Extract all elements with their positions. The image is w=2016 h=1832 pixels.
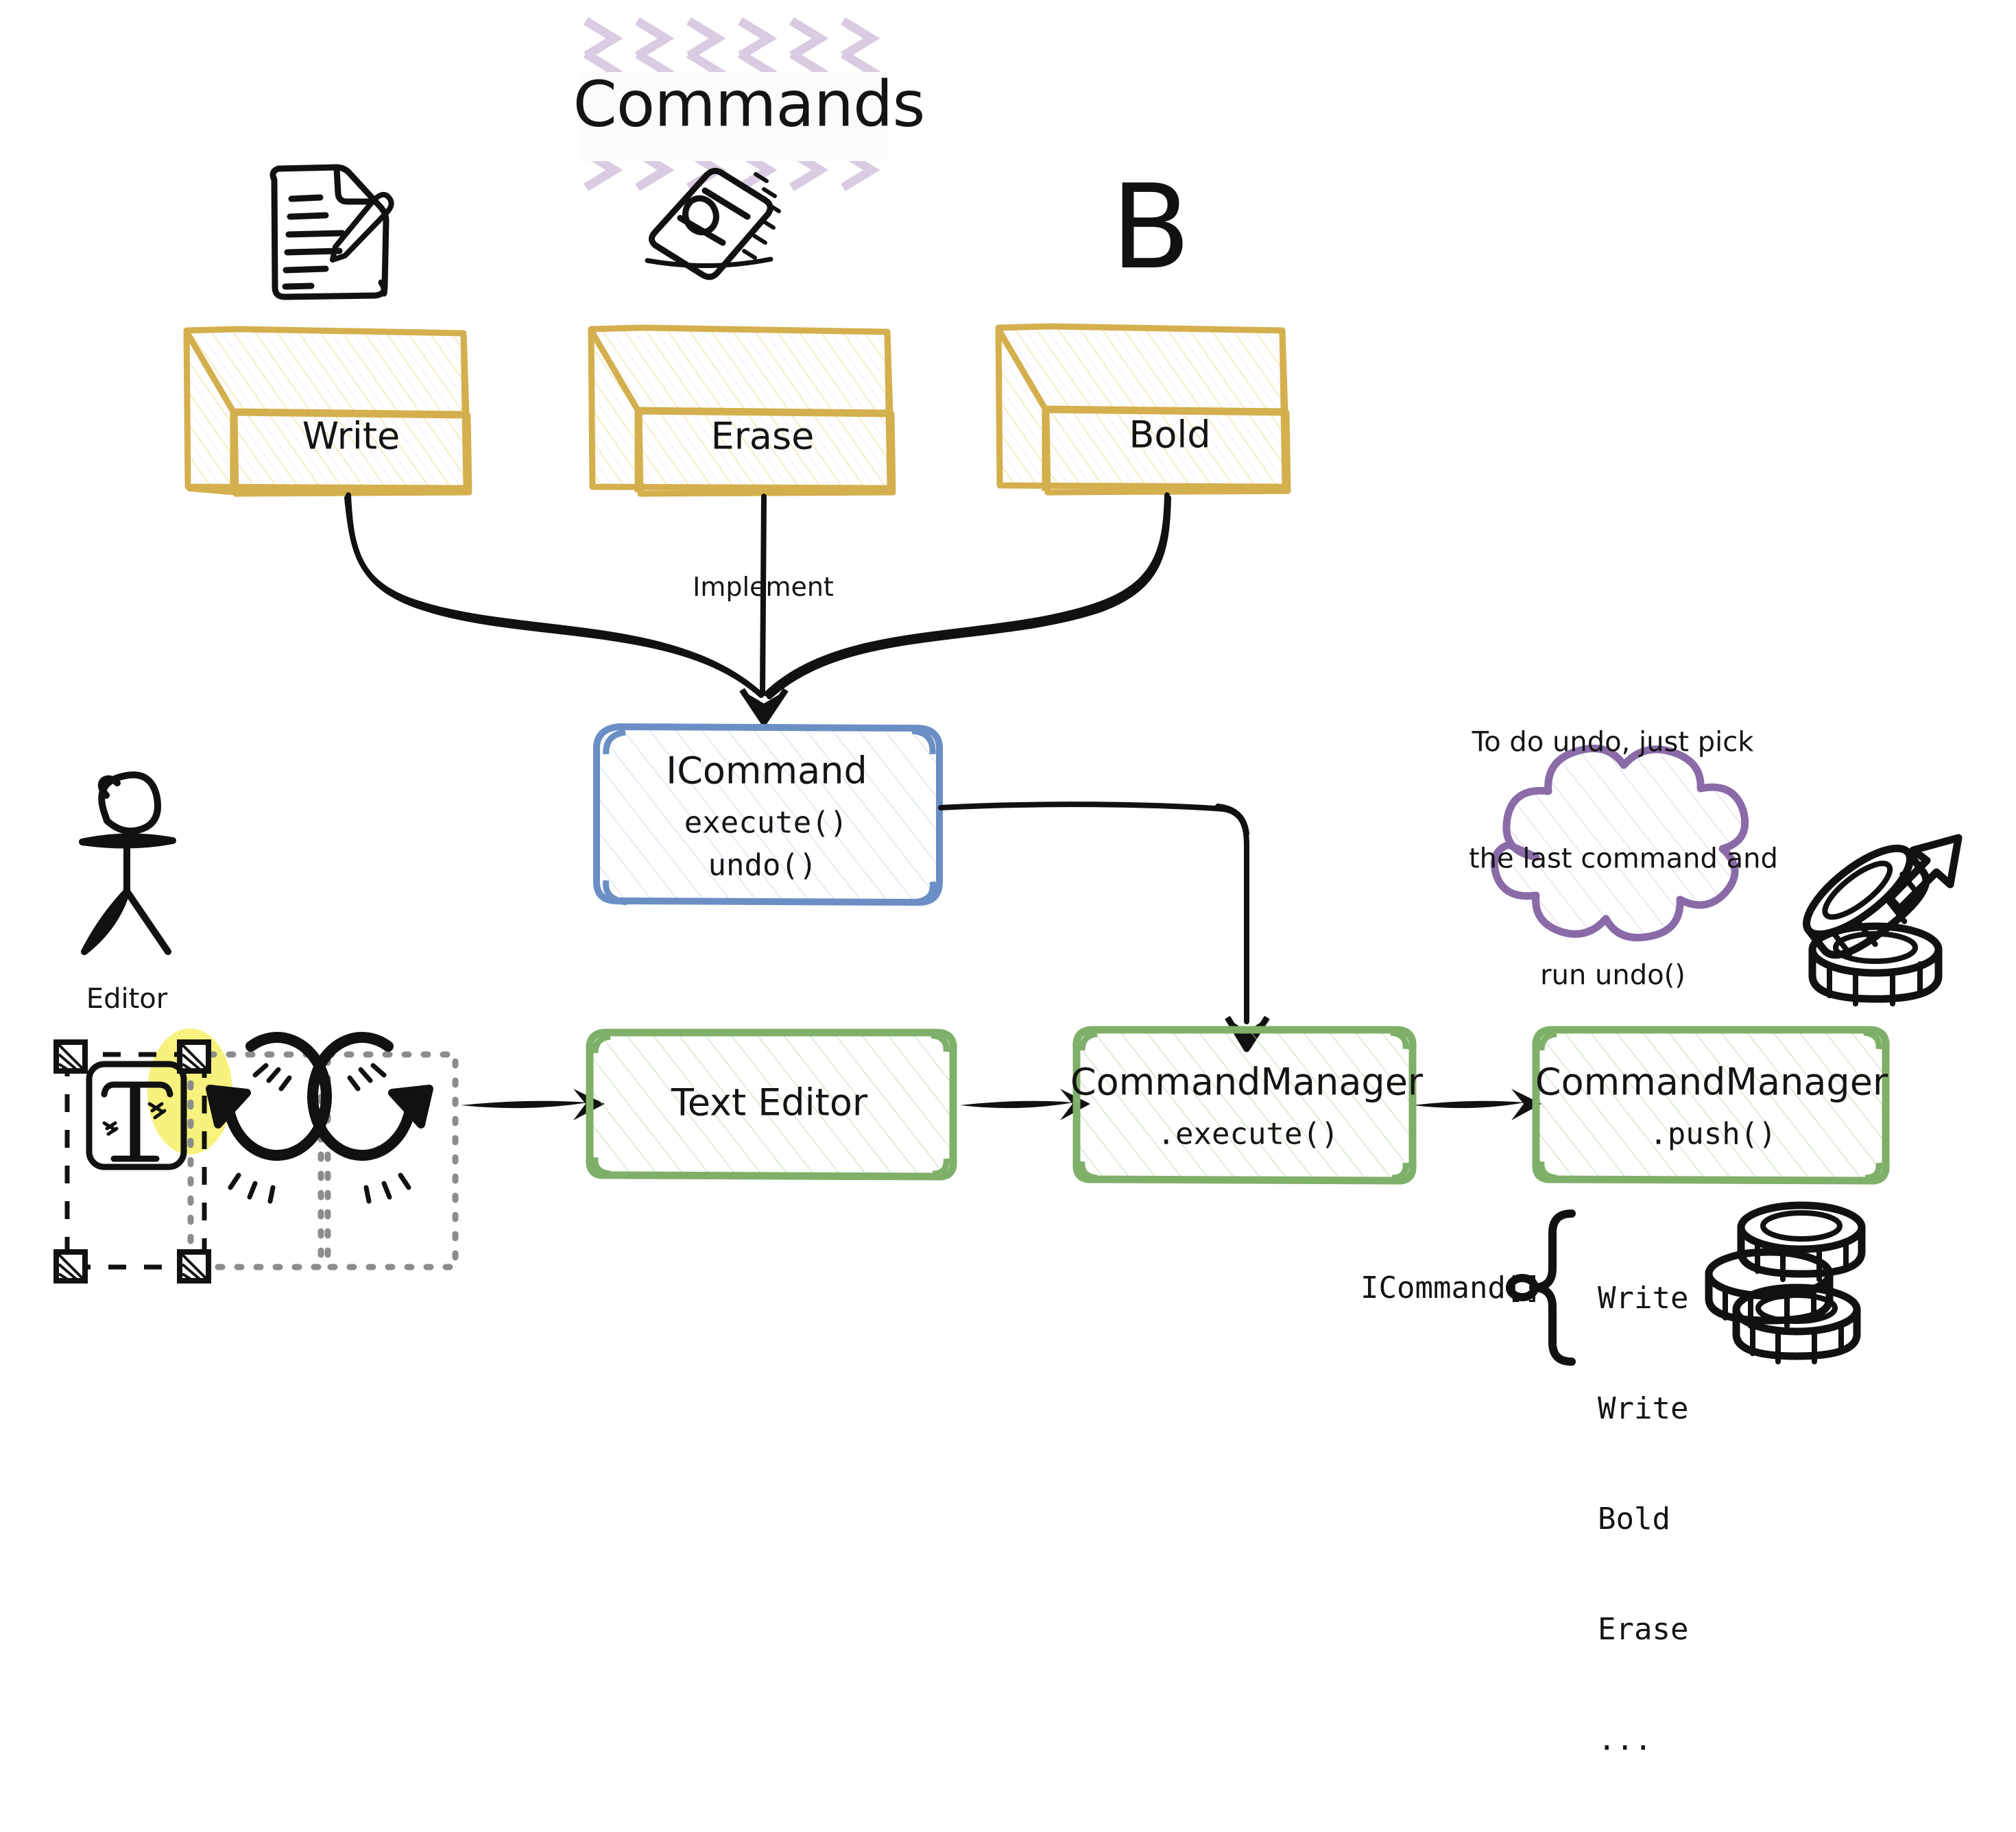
command-box-write-label: Write xyxy=(302,414,400,458)
interface-box-title: ICommand xyxy=(666,749,867,793)
stack-item: ... xyxy=(1598,1722,1653,1758)
flow-box-text-editor-title: Text Editor xyxy=(671,1081,868,1124)
connector-icommand-to-commandmanager xyxy=(938,802,1249,1024)
flow-box-execute-title: CommandManager xyxy=(1070,1060,1424,1104)
stack-type-label: ICommand[] xyxy=(1360,1270,1542,1305)
flow-arrow-toolbar-to-texteditor xyxy=(461,1089,605,1120)
command-box-bold[interactable] xyxy=(995,323,1291,496)
stack-item: Erase xyxy=(1598,1612,1689,1648)
stack-item: Bold xyxy=(1598,1502,1670,1537)
eraser-icon xyxy=(645,167,781,280)
coin-stack-icon xyxy=(1705,1201,1866,1364)
stack-item: Write xyxy=(1598,1281,1689,1316)
svg-text:B: B xyxy=(1111,160,1191,296)
document-pencil-icon xyxy=(269,164,394,300)
flow-box-push-method: .push() xyxy=(1649,1116,1777,1152)
actor-label-editor: Editor xyxy=(86,983,168,1015)
note-line-2: the last command and xyxy=(1469,843,1778,875)
interface-method-undo: undo() xyxy=(708,847,817,883)
selection-box-redo xyxy=(324,1051,459,1270)
diagram-canvas: B Commands Write Erase Bold Implement IC… xyxy=(0,0,2016,1757)
command-box-erase-label: Erase xyxy=(710,414,815,458)
command-box-bold-label: Bold xyxy=(1129,413,1211,457)
command-box-erase[interactable] xyxy=(588,324,896,497)
note-line-3: run undo() xyxy=(1540,959,1685,991)
note-cloud-text: To do undo, just pick the last command a… xyxy=(1469,645,1778,1074)
flow-box-execute-method: .execute() xyxy=(1157,1116,1339,1152)
stack-items-list: Write Write Bold Erase ... xyxy=(1598,1207,1688,1832)
stack-item: Write xyxy=(1598,1391,1689,1427)
flow-box-commandmanager-execute[interactable] xyxy=(1072,1026,1417,1185)
note-line-1: To do undo, just pick xyxy=(1472,726,1754,758)
interface-method-execute: execute() xyxy=(684,805,848,841)
page-title: Commands xyxy=(573,67,926,141)
command-box-write[interactable] xyxy=(183,326,472,497)
toolbar-selection-group[interactable] xyxy=(53,1028,459,1283)
stack-pop-icon xyxy=(1803,834,1963,1007)
bold-b-icon: B xyxy=(1111,160,1191,296)
flow-arrow-execute-to-push xyxy=(1413,1089,1541,1120)
stick-figure-icon xyxy=(79,771,176,955)
implement-edge-label: Implement xyxy=(693,572,834,602)
